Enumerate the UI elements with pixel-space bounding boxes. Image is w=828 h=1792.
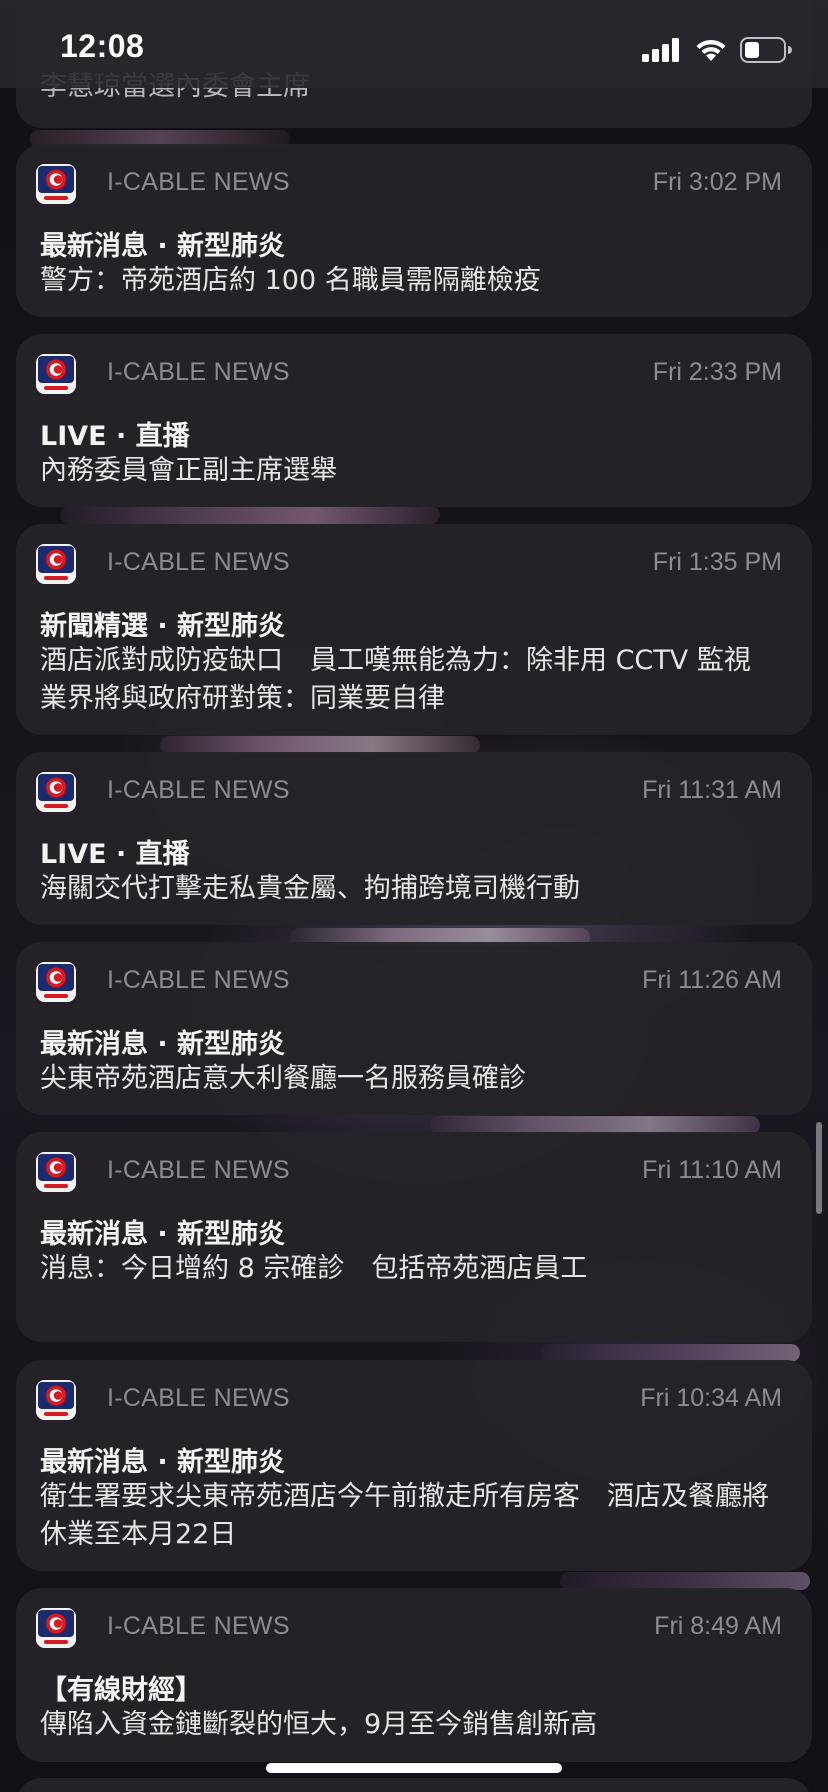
i-cable-app-icon — [36, 544, 76, 584]
notification-title: 最新消息 · 新型肺炎 — [40, 1029, 286, 1060]
notification-time: Fri 1:35 PM — [652, 548, 782, 576]
notification-header: I-CABLE NEWS Fri 8:49 AM — [36, 1608, 782, 1648]
wifi-icon — [696, 39, 726, 61]
notification-body: 海關交代打擊走私貴金屬、拘捕跨境司機行動 — [40, 873, 580, 904]
notification-time: Fri 11:26 AM — [642, 966, 782, 994]
app-name: I-CABLE NEWS — [107, 168, 290, 196]
notification-body: 消息：今日增約 8 宗確診 包括帝苑酒店員工 — [40, 1253, 588, 1284]
app-name: I-CABLE NEWS — [107, 1612, 290, 1640]
app-name: I-CABLE NEWS — [107, 1384, 290, 1412]
notification-body: 傳陷入資金鏈斷裂的恒大，9月至今銷售創新高 — [40, 1709, 598, 1740]
notification-time: Fri 11:10 AM — [642, 1156, 782, 1184]
notification-time: Fri 10:34 AM — [640, 1384, 782, 1412]
notification-card[interactable]: I-CABLE NEWS Fri 11:31 AM LIVE · 直播 海關交代… — [16, 752, 812, 925]
app-name: I-CABLE NEWS — [107, 548, 290, 576]
i-cable-app-icon — [36, 1152, 76, 1192]
notification-header: I-CABLE NEWS Fri 10:34 AM — [36, 1380, 782, 1420]
notification-title: 最新消息 · 新型肺炎 — [40, 231, 286, 262]
notification-header: I-CABLE NEWS Fri 1:35 PM — [36, 544, 782, 584]
notification-body: 尖東帝苑酒店意大利餐廳一名服務員確診 — [40, 1063, 526, 1094]
notification-time: Fri 2:33 PM — [652, 358, 782, 386]
app-name: I-CABLE NEWS — [107, 1156, 290, 1184]
notification-card-next[interactable] — [16, 1778, 812, 1792]
notification-card[interactable]: I-CABLE NEWS Fri 11:26 AM 最新消息 · 新型肺炎 尖東… — [16, 942, 812, 1115]
app-name: I-CABLE NEWS — [107, 776, 290, 804]
i-cable-app-icon — [36, 164, 76, 204]
i-cable-app-icon — [36, 1380, 76, 1420]
notification-header: I-CABLE NEWS Fri 11:31 AM — [36, 772, 782, 812]
i-cable-app-icon — [36, 1608, 76, 1648]
notification-body: 酒店派對成防疫缺口 員工嘆無能為力：除非用 CCTV 監視 業界將與政府研對策：… — [40, 645, 778, 714]
cellular-signal-icon — [642, 38, 679, 62]
notification-card[interactable]: I-CABLE NEWS Fri 8:49 AM 【有線財經】 傳陷入資金鏈斷裂… — [16, 1588, 812, 1762]
app-name: I-CABLE NEWS — [107, 358, 290, 386]
lock-screen: 李慧琼當選內委會主席 12:08 — [0, 0, 828, 1792]
notification-header: I-CABLE NEWS Fri 2:33 PM — [36, 354, 782, 394]
status-icons — [642, 36, 792, 64]
notification-header: I-CABLE NEWS Fri 11:10 AM — [36, 1152, 782, 1192]
i-cable-app-icon — [36, 354, 76, 394]
notification-title: 最新消息 · 新型肺炎 — [40, 1219, 286, 1250]
notification-card[interactable]: I-CABLE NEWS Fri 10:34 AM 最新消息 · 新型肺炎 衛生… — [16, 1360, 812, 1571]
battery-icon — [740, 37, 792, 63]
notification-card[interactable]: I-CABLE NEWS Fri 2:33 PM LIVE · 直播 內務委員會… — [16, 334, 812, 507]
status-bar: 12:08 — [0, 0, 828, 88]
i-cable-app-icon — [36, 962, 76, 1002]
notification-card[interactable]: I-CABLE NEWS Fri 3:02 PM 最新消息 · 新型肺炎 警方：… — [16, 144, 812, 317]
notification-title: LIVE · 直播 — [40, 421, 190, 452]
notification-time: Fri 3:02 PM — [652, 168, 782, 196]
i-cable-app-icon — [36, 772, 76, 812]
notification-body: 衛生署要求尖東帝苑酒店今午前撤走所有房客 酒店及餐廳將休業至本月22日 — [40, 1481, 769, 1550]
notification-time: Fri 8:49 AM — [654, 1612, 782, 1640]
app-name: I-CABLE NEWS — [107, 966, 290, 994]
notification-time: Fri 11:31 AM — [642, 776, 782, 804]
notification-body: 內務委員會正副主席選舉 — [40, 455, 337, 486]
notification-card[interactable]: I-CABLE NEWS Fri 1:35 PM 新聞精選 · 新型肺炎 酒店派… — [16, 524, 812, 735]
home-indicator[interactable] — [266, 1763, 562, 1773]
status-time: 12:08 — [60, 28, 145, 64]
notification-body: 警方：帝苑酒店約 100 名職員需隔離檢疫 — [40, 265, 541, 296]
notification-card[interactable]: I-CABLE NEWS Fri 11:10 AM 最新消息 · 新型肺炎 消息… — [16, 1132, 812, 1342]
notification-title: LIVE · 直播 — [40, 839, 190, 870]
notification-title: 最新消息 · 新型肺炎 — [40, 1447, 286, 1478]
notification-header: I-CABLE NEWS Fri 11:26 AM — [36, 962, 782, 1002]
notification-title: 新聞精選 · 新型肺炎 — [40, 611, 286, 642]
notification-header: I-CABLE NEWS Fri 3:02 PM — [36, 164, 782, 204]
scroll-indicator[interactable] — [816, 1122, 822, 1214]
wallpaper-streak — [60, 506, 440, 524]
notification-title: 【有線財經】 — [40, 1675, 202, 1706]
